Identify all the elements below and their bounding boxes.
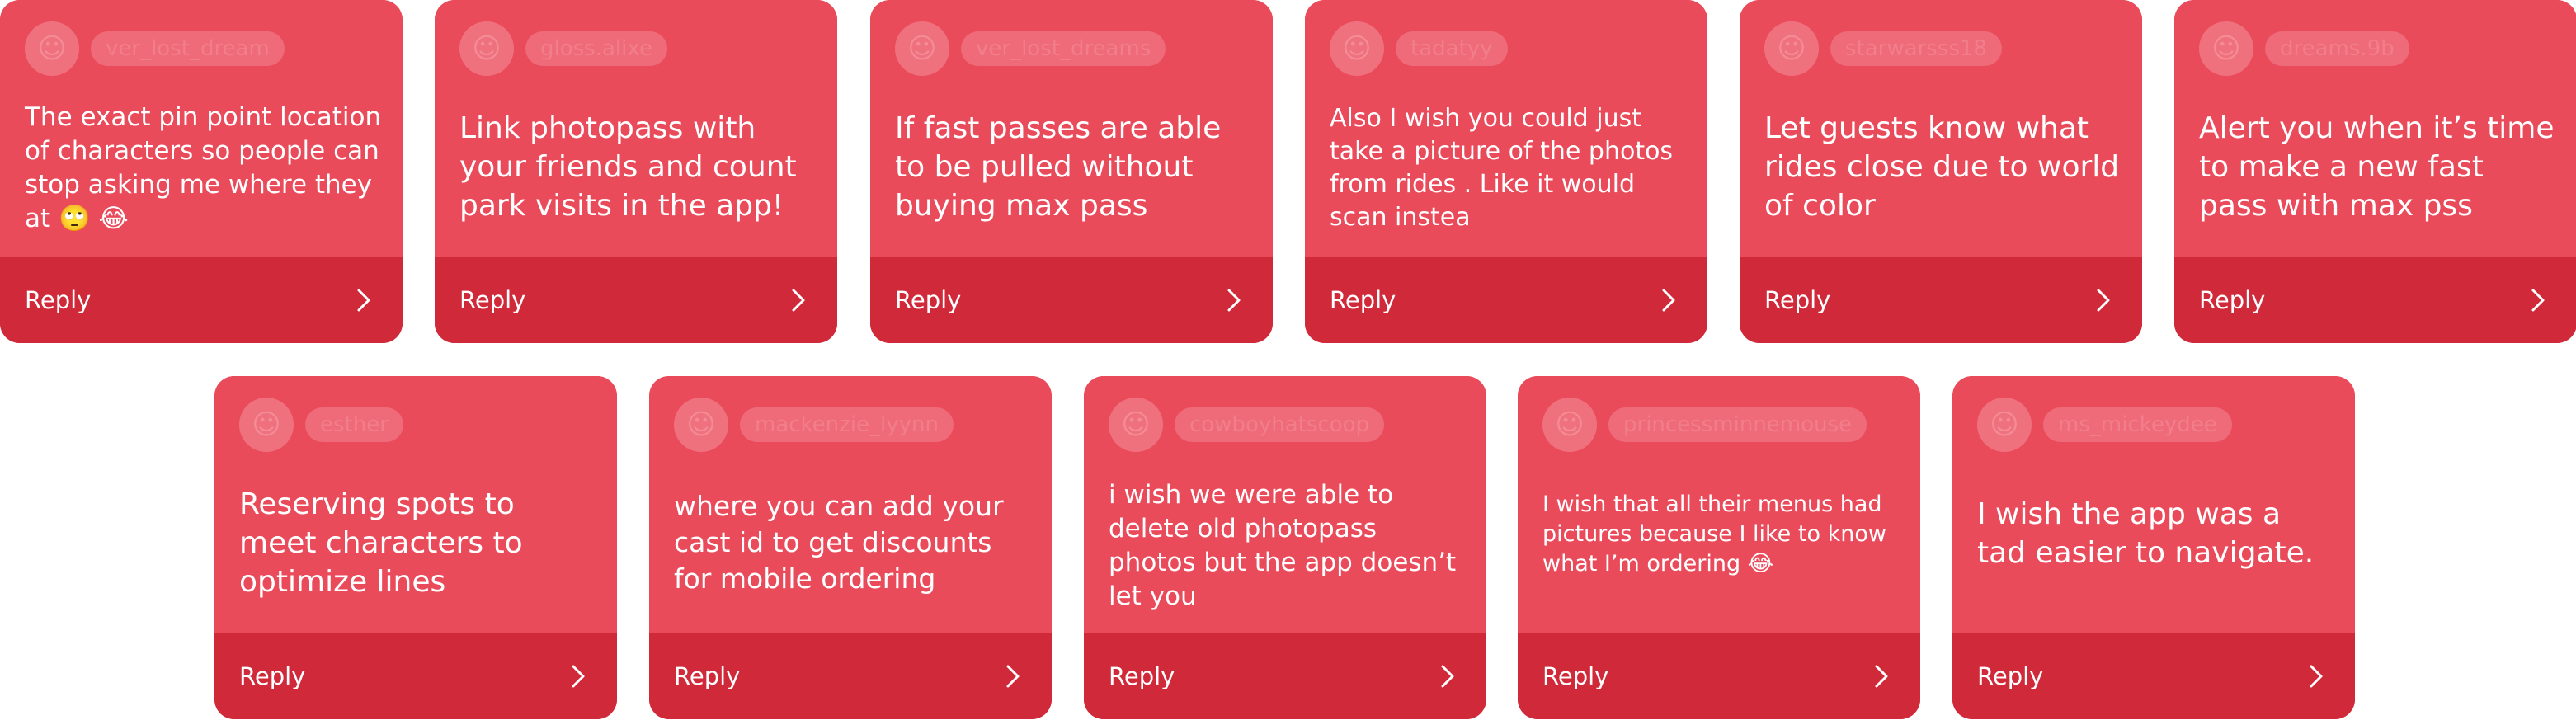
reply-button[interactable]: Reply bbox=[1518, 633, 1920, 719]
card-body: ☺ esther Reserving spots to meet charact… bbox=[214, 376, 617, 633]
reply-label: Reply bbox=[1542, 662, 1609, 690]
avatar: ☺ bbox=[895, 21, 949, 76]
message-text: Link photopass with your friends and cou… bbox=[459, 111, 797, 223]
chevron-right-icon bbox=[357, 289, 370, 312]
reply-label: Reply bbox=[895, 286, 962, 314]
question-card: ☺ tadatyy Also I wish you could just tak… bbox=[1305, 0, 1707, 343]
question-card: ☺ dreams.9b Alert you when it’s time to … bbox=[2174, 0, 2576, 343]
chevron-right-icon bbox=[1006, 665, 1020, 688]
question-card: ☺ cowboyhatscoop i wish we were able to … bbox=[1084, 376, 1486, 719]
card-body: ☺ ver_lost_dreams If fast passes are abl… bbox=[870, 0, 1273, 257]
question-card: ☺ mackenzie_lyynn where you can add your… bbox=[649, 376, 1052, 719]
username-label: esther bbox=[305, 407, 403, 442]
question-card: ☺ princessminnemouse I wish that all the… bbox=[1518, 376, 1920, 719]
card-body: ☺ dreams.9b Alert you when it’s time to … bbox=[2174, 0, 2576, 257]
chevron-right-icon bbox=[2531, 289, 2545, 312]
avatar: ☺ bbox=[1330, 21, 1384, 76]
message-text: Reserving spots to meet characters to op… bbox=[239, 487, 523, 599]
avatar: ☺ bbox=[674, 398, 728, 452]
reply-button[interactable]: Reply bbox=[1084, 633, 1486, 719]
card-body: ☺ mackenzie_lyynn where you can add your… bbox=[649, 376, 1052, 633]
reply-button[interactable]: Reply bbox=[435, 257, 837, 343]
question-card: ☺ ver_lost_dreams If fast passes are abl… bbox=[870, 0, 1273, 343]
reply-label: Reply bbox=[1977, 662, 2044, 690]
username-label: ms_mickeydee bbox=[2043, 407, 2232, 442]
card-body: ☺ cowboyhatscoop i wish we were able to … bbox=[1084, 376, 1486, 633]
avatar: ☺ bbox=[25, 21, 79, 76]
card-body: ☺ ver_lost_dream The exact pin point loc… bbox=[0, 0, 403, 257]
reply-label: Reply bbox=[25, 286, 92, 314]
chevron-right-icon bbox=[1662, 289, 1675, 312]
chevron-right-icon bbox=[1875, 665, 1888, 688]
reply-label: Reply bbox=[1330, 286, 1396, 314]
message-text: I wish that all their menus had pictures… bbox=[1542, 492, 1886, 576]
username-label: tadatyy bbox=[1396, 31, 1508, 66]
username-label: cowboyhatscoop bbox=[1175, 407, 1385, 442]
avatar: ☺ bbox=[239, 398, 294, 452]
reply-label: Reply bbox=[1109, 662, 1175, 690]
reply-label: Reply bbox=[2199, 286, 2266, 314]
avatar: ☺ bbox=[1109, 398, 1163, 452]
question-card: ☺ starwarsss18 Let guests know what ride… bbox=[1740, 0, 2142, 343]
question-card: ☺ ver_lost_dream The exact pin point loc… bbox=[0, 0, 403, 343]
question-card: ☺ gloss.alixe Link photopass with your f… bbox=[435, 0, 837, 343]
message-text: I wish the app was a tad easier to navig… bbox=[1977, 497, 2315, 570]
message-text: The exact pin point location of characte… bbox=[25, 102, 382, 233]
avatar: ☺ bbox=[2199, 21, 2253, 76]
card-body: ☺ ms_mickeydee I wish the app was a tad … bbox=[1952, 376, 2355, 633]
avatar: ☺ bbox=[1764, 21, 1819, 76]
message-text: If fast passes are able to be pulled wit… bbox=[895, 111, 1222, 223]
username-label: mackenzie_lyynn bbox=[740, 407, 954, 442]
reply-button[interactable]: Reply bbox=[1740, 257, 2142, 343]
reply-button[interactable]: Reply bbox=[1952, 633, 2355, 719]
chevron-right-icon bbox=[572, 665, 585, 688]
reply-button[interactable]: Reply bbox=[870, 257, 1273, 343]
avatar: ☺ bbox=[459, 21, 514, 76]
message-text: Alert you when it’s time to make a new f… bbox=[2199, 111, 2555, 223]
reply-button[interactable]: Reply bbox=[2174, 257, 2576, 343]
reply-label: Reply bbox=[239, 662, 306, 690]
card-body: ☺ tadatyy Also I wish you could just tak… bbox=[1305, 0, 1707, 257]
message-text: Let guests know what rides close due to … bbox=[1764, 111, 2120, 223]
chevron-right-icon bbox=[1441, 665, 1454, 688]
username-label: gloss.alixe bbox=[525, 31, 667, 66]
chevron-right-icon bbox=[1227, 289, 1241, 312]
message-text: where you can add your cast id to get di… bbox=[674, 490, 1004, 595]
username-label: princessminnemouse bbox=[1608, 407, 1867, 442]
username-label: dreams.9b bbox=[2265, 31, 2409, 66]
reply-button[interactable]: Reply bbox=[649, 633, 1052, 719]
question-card: ☺ esther Reserving spots to meet charact… bbox=[214, 376, 617, 719]
reply-label: Reply bbox=[674, 662, 741, 690]
message-text: i wish we were able to delete old photop… bbox=[1109, 480, 1457, 611]
card-body: ☺ gloss.alixe Link photopass with your f… bbox=[435, 0, 837, 257]
card-body: ☺ princessminnemouse I wish that all the… bbox=[1518, 376, 1920, 633]
chevron-right-icon bbox=[2097, 289, 2110, 312]
avatar: ☺ bbox=[1977, 398, 2032, 452]
chevron-right-icon bbox=[792, 289, 805, 312]
reply-button[interactable]: Reply bbox=[1305, 257, 1707, 343]
username-label: starwarsss18 bbox=[1830, 31, 2002, 66]
message-text: Also I wish you could just take a pictur… bbox=[1330, 104, 1674, 232]
avatar: ☺ bbox=[1542, 398, 1597, 452]
reply-label: Reply bbox=[1764, 286, 1831, 314]
username-label: ver_lost_dream bbox=[91, 31, 285, 66]
reply-button[interactable]: Reply bbox=[214, 633, 617, 719]
username-label: ver_lost_dreams bbox=[961, 31, 1166, 66]
question-card: ☺ ms_mickeydee I wish the app was a tad … bbox=[1952, 376, 2355, 719]
card-body: ☺ starwarsss18 Let guests know what ride… bbox=[1740, 0, 2142, 257]
reply-button[interactable]: Reply bbox=[0, 257, 403, 343]
chevron-right-icon bbox=[2310, 665, 2323, 688]
reply-label: Reply bbox=[459, 286, 526, 314]
